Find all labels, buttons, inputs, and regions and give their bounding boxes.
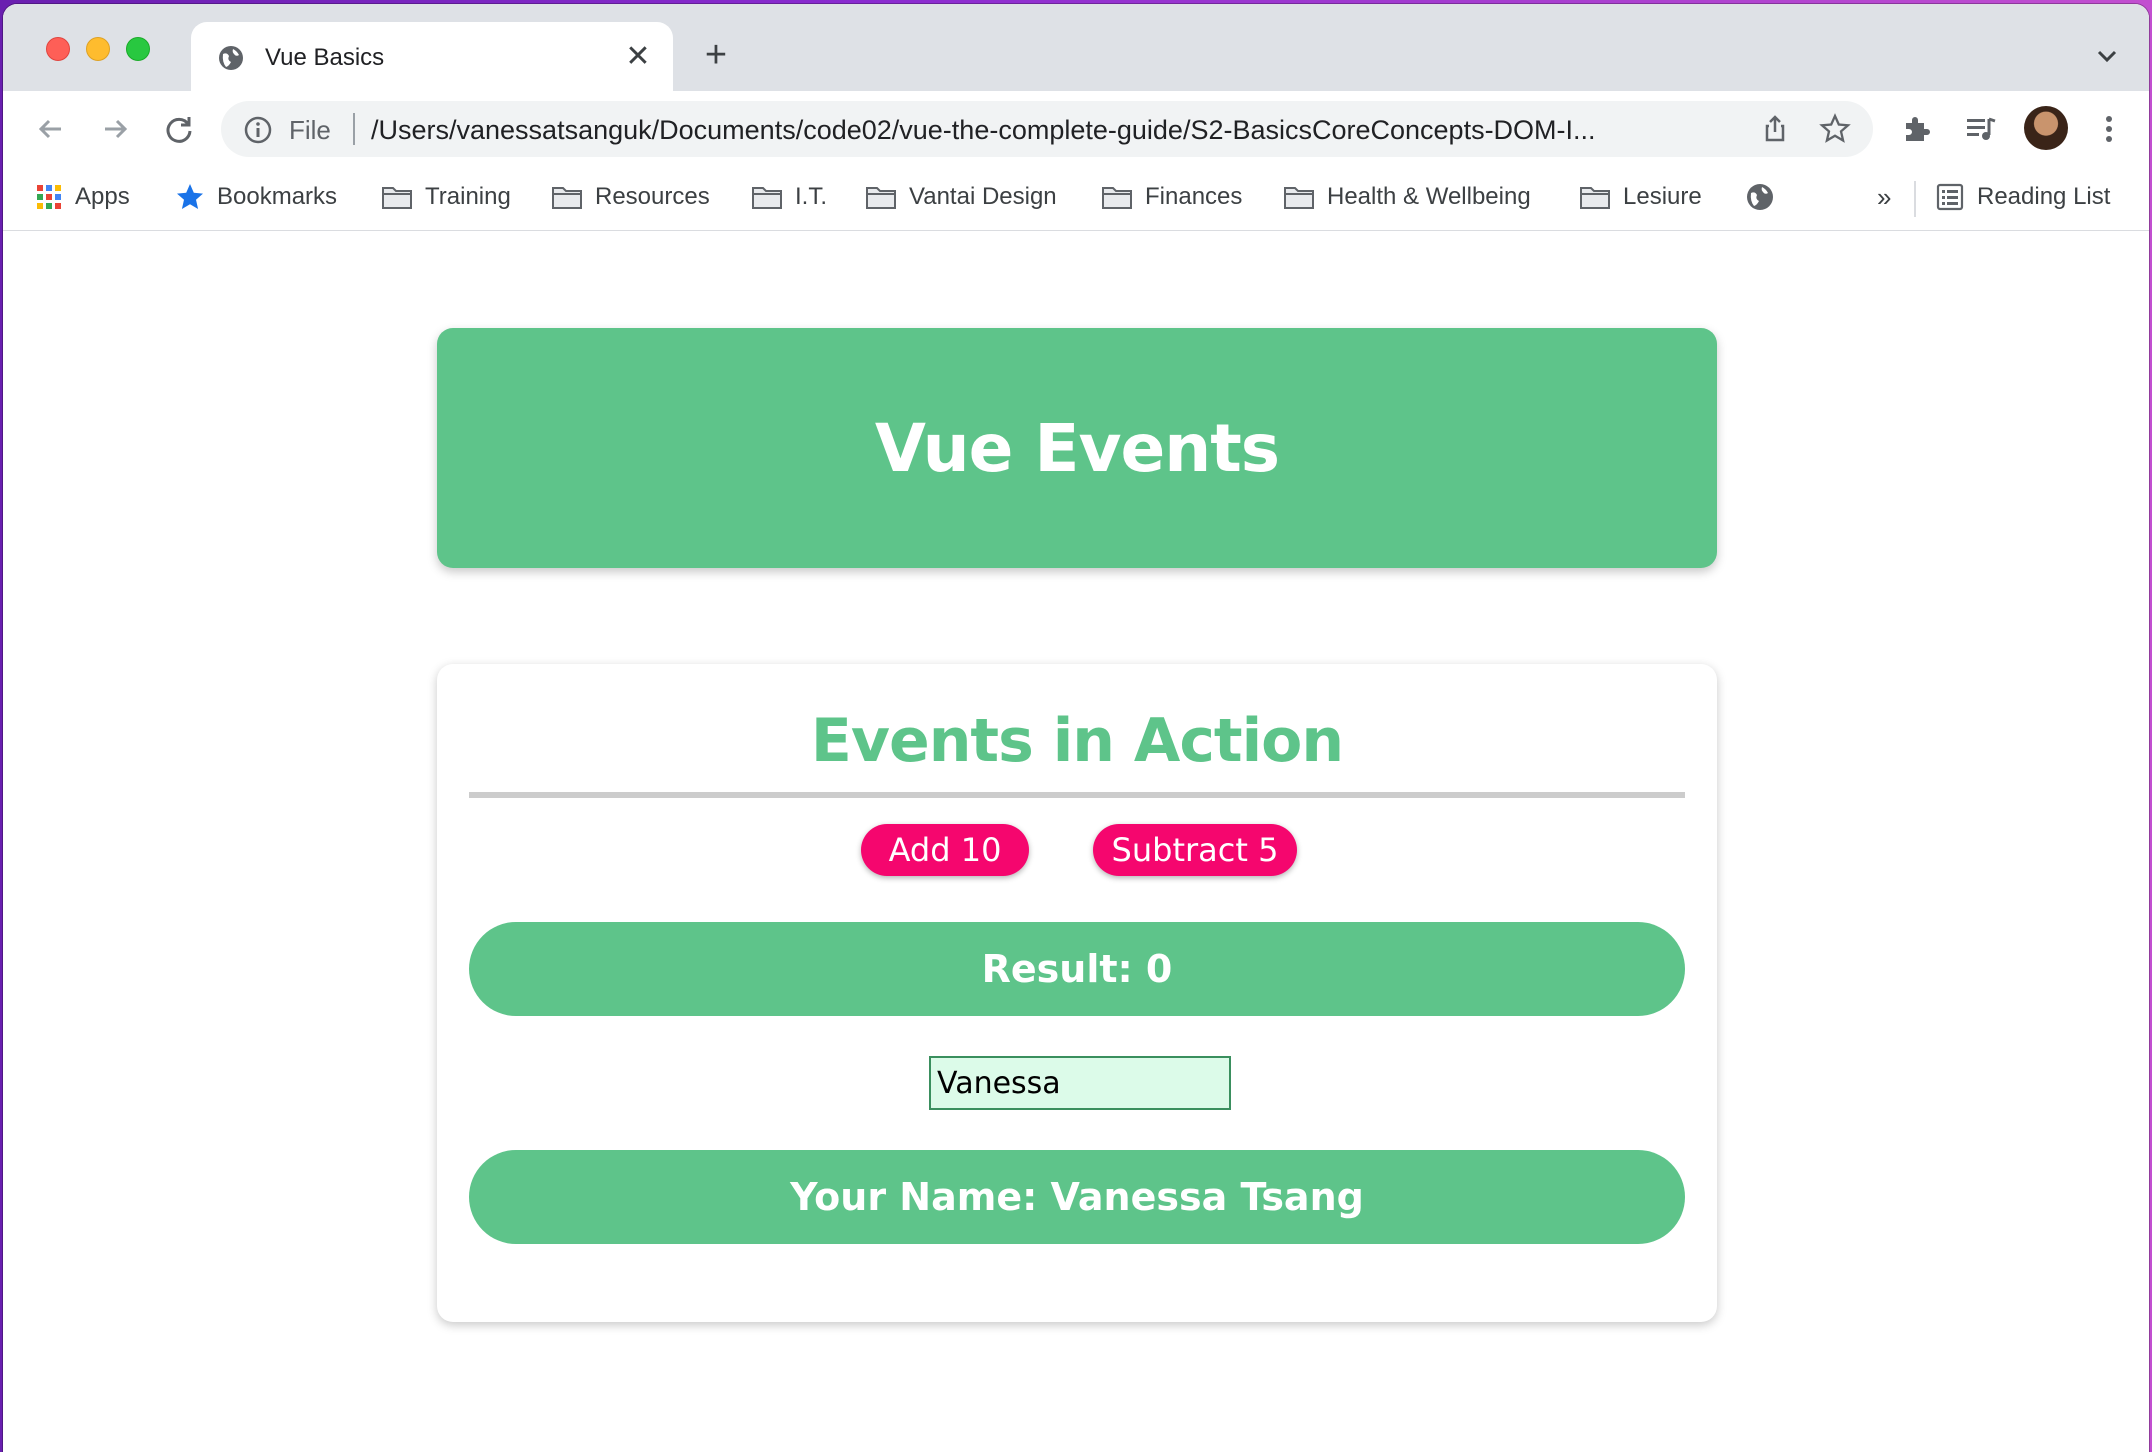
bookmark-label: Vantai Design <box>909 183 1057 210</box>
folder-icon <box>552 187 582 209</box>
bookmark-label: Lesiure <box>1623 183 1702 210</box>
close-tab-icon[interactable]: ✕ <box>623 42 653 72</box>
chevron-down-icon[interactable] <box>2093 42 2121 70</box>
name-input[interactable] <box>929 1056 1231 1110</box>
result-display: Result: 0 <box>469 922 1685 1016</box>
tab-strip: Vue Basics ✕ + <box>3 4 2149 91</box>
more-menu-icon[interactable] <box>2089 109 2129 149</box>
page-viewport: Vue Events Events in Action Add 10 Subtr… <box>3 232 2149 1452</box>
close-window-button[interactable] <box>46 37 70 61</box>
bookmark-label: Apps <box>75 183 130 210</box>
bookmarks-bar: Apps Bookmarks Training Resources I.T. V… <box>3 167 2149 231</box>
app-header: Vue Events <box>437 328 1717 568</box>
star-icon <box>177 184 203 209</box>
bookmarks-overflow-button[interactable]: » <box>1877 179 1891 215</box>
add-10-button[interactable]: Add 10 <box>861 824 1029 876</box>
bookmark-label: I.T. <box>795 183 828 210</box>
name-text: Your Name: Vanessa Tsang <box>790 1175 1364 1219</box>
folder-icon <box>382 187 412 209</box>
extensions-icon[interactable] <box>1898 109 1938 149</box>
bookmark-vantai-design[interactable]: Vantai Design <box>865 179 1057 215</box>
share-icon[interactable] <box>1759 113 1791 145</box>
minimize-window-button[interactable] <box>86 37 110 61</box>
folder-icon <box>1580 187 1610 209</box>
globe-icon <box>219 46 243 70</box>
url-scheme: File <box>289 115 331 145</box>
bookmark-globe[interactable] <box>1745 179 1787 215</box>
folder-icon <box>1102 187 1132 209</box>
reading-list-icon <box>1936 183 1964 211</box>
address-bar[interactable]: File /Users/vanessatsanguk/Documents/cod… <box>221 101 1873 157</box>
folder-icon <box>1284 187 1314 209</box>
bookmark-lesiure[interactable]: Lesiure <box>1579 179 1702 215</box>
bookmark-star-icon[interactable] <box>1819 113 1851 145</box>
bookmarks-divider <box>1914 181 1916 217</box>
bookmark-resources[interactable]: Resources <box>551 179 710 215</box>
bookmark-bookmarks[interactable]: Bookmarks <box>175 179 337 215</box>
reload-icon[interactable] <box>159 109 199 149</box>
browser-window: Vue Basics ✕ + File /Users/vanessatsangu… <box>3 4 2149 1452</box>
media-queue-icon[interactable] <box>1961 109 2001 149</box>
bookmark-it[interactable]: I.T. <box>751 179 827 215</box>
browser-toolbar: File /Users/vanessatsanguk/Documents/cod… <box>3 91 2149 167</box>
back-icon[interactable] <box>31 109 71 149</box>
globe-icon <box>1747 184 1773 210</box>
address-divider <box>353 113 355 145</box>
bookmark-label: Training <box>425 183 511 210</box>
url-text[interactable]: /Users/vanessatsanguk/Documents/code02/v… <box>371 115 1751 146</box>
reading-list-label: Reading List <box>1977 183 2111 210</box>
section-divider <box>469 792 1685 798</box>
reading-list-button[interactable]: Reading List <box>1935 179 2110 215</box>
tab-vue-basics[interactable]: Vue Basics ✕ <box>191 22 673 91</box>
profile-avatar[interactable] <box>2024 106 2068 150</box>
bookmark-label: Bookmarks <box>217 183 338 210</box>
bookmark-apps[interactable]: Apps <box>35 179 130 215</box>
page-title: Vue Events <box>874 409 1280 487</box>
bookmark-label: Health & Wellbeing <box>1327 183 1531 210</box>
folder-icon <box>752 187 782 209</box>
bookmark-label: Finances <box>1145 183 1243 210</box>
folder-icon <box>866 187 896 209</box>
bookmark-finances[interactable]: Finances <box>1101 179 1242 215</box>
maximize-window-button[interactable] <box>126 37 150 61</box>
bookmark-label: Resources <box>595 183 710 210</box>
result-text: Result: 0 <box>981 947 1173 991</box>
info-icon[interactable] <box>243 115 273 145</box>
new-tab-icon[interactable]: + <box>698 36 734 74</box>
subtract-5-button[interactable]: Subtract 5 <box>1093 824 1297 876</box>
name-display: Your Name: Vanessa Tsang <box>469 1150 1685 1244</box>
apps-grid-icon <box>37 185 61 209</box>
bookmark-health-wellbeing[interactable]: Health & Wellbeing <box>1283 179 1531 215</box>
tab-title: Vue Basics <box>265 44 385 71</box>
events-section: Events in Action Add 10 Subtract 5 Resul… <box>437 664 1717 1322</box>
forward-icon[interactable] <box>95 109 135 149</box>
section-title: Events in Action <box>810 706 1344 776</box>
bookmark-training[interactable]: Training <box>381 179 511 215</box>
